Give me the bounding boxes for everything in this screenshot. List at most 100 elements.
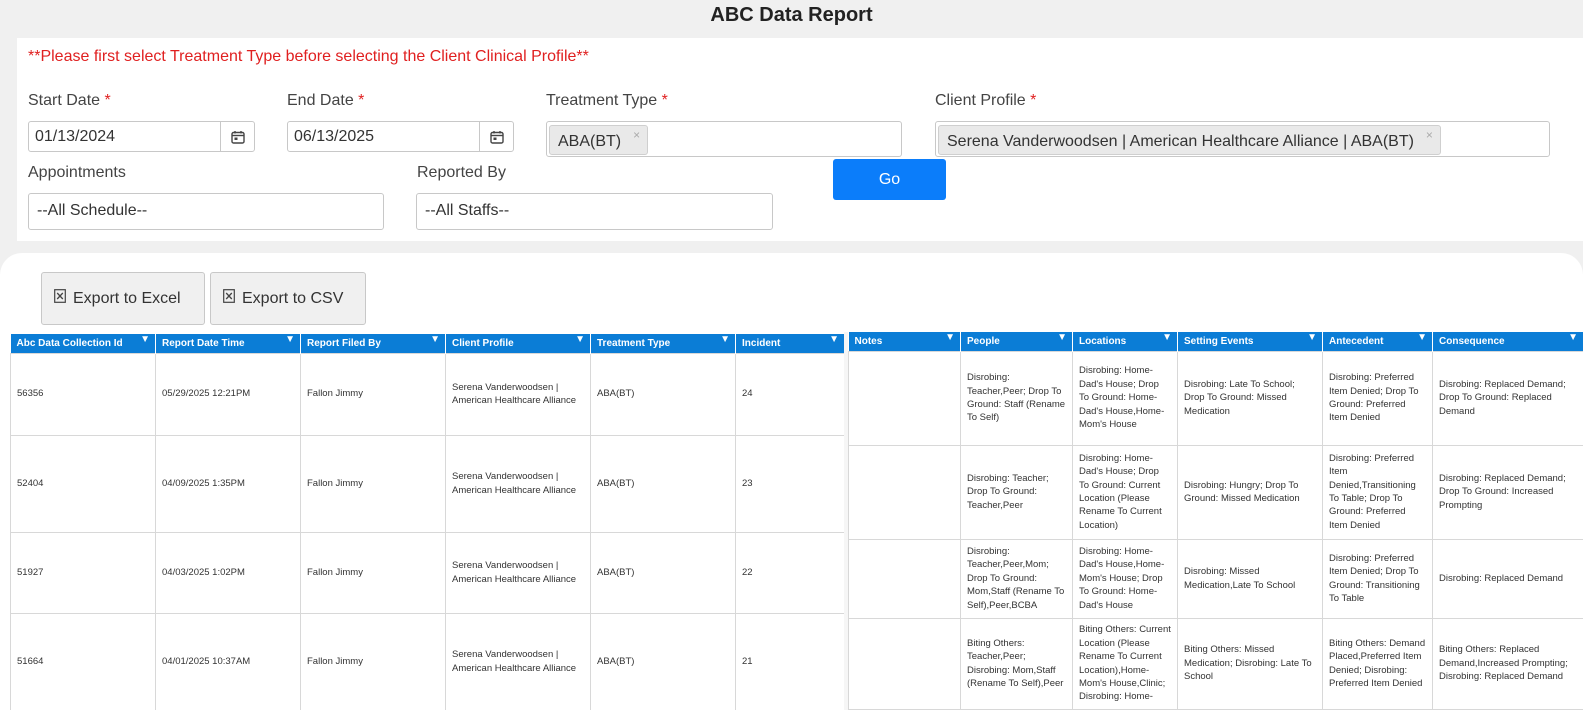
chip-remove-icon[interactable]: × xyxy=(1426,128,1433,142)
end-date-value[interactable]: 06/13/2025 xyxy=(288,122,479,151)
calendar-icon[interactable] xyxy=(220,122,254,151)
column-header-antecedent[interactable]: Antecedent ▼ xyxy=(1322,332,1433,351)
column-header-setting-events[interactable]: Setting Events ▼ xyxy=(1177,332,1323,351)
column-header-incident[interactable]: Incident ▼ xyxy=(735,334,845,353)
cell-date: 04/09/2025 1:35PM xyxy=(155,434,301,533)
filter-icon[interactable]: ▼ xyxy=(1417,332,1427,343)
cell-consequence: Disrobing: Replaced Demand; Drop To Grou… xyxy=(1432,444,1583,540)
cell-consequence: Disrobing: Replaced Demand xyxy=(1432,538,1583,619)
export-excel-button[interactable]: Export to Excel xyxy=(41,272,205,325)
cell-antecedent: Disrobing: Preferred Item Denied; Drop T… xyxy=(1322,538,1433,619)
filter-icon[interactable]: ▼ xyxy=(430,334,440,345)
treatment-type-label: Treatment Type * xyxy=(546,92,668,109)
cell-filed-by: Fallon Jimmy xyxy=(300,531,446,614)
cell-client: Serena Vanderwoodsen | American Healthca… xyxy=(445,531,591,614)
cell-people: Disrobing: Teacher,Peer,Mom; Drop To Gro… xyxy=(960,538,1073,619)
cell-treatment: ABA(BT) xyxy=(590,531,736,614)
export-csv-button[interactable]: Export to CSV xyxy=(210,272,366,325)
cell-setting: Disrobing: Missed Medication,Late To Sch… xyxy=(1177,538,1323,619)
column-header-notes[interactable]: Notes ▼ xyxy=(848,332,961,351)
cell-consequence: Disrobing: Replaced Demand; Drop To Grou… xyxy=(1432,350,1583,446)
calendar-icon[interactable] xyxy=(479,122,513,151)
cell-filed-by: Fallon Jimmy xyxy=(300,434,446,533)
appointments-select[interactable]: --All Schedule-- xyxy=(28,193,384,230)
cell-client: Serena Vanderwoodsen | American Healthca… xyxy=(445,612,591,710)
treatment-type-chip[interactable]: ABA(BT) × xyxy=(549,125,649,155)
required-marker: * xyxy=(358,92,365,109)
grid-panel: Export to Excel Export to CSV Abc Data C… xyxy=(0,253,1583,710)
abc-data-grid-right: Notes ▼ People ▼ Locations ▼ Setting Events ▼ An… xyxy=(848,332,1583,710)
cell-notes xyxy=(848,350,961,446)
cell-id: 51664 xyxy=(10,612,156,710)
table-row[interactable]: Disrobing: Teacher,Peer; Drop To Ground:… xyxy=(848,350,1583,446)
cell-filed-by: Fallon Jimmy xyxy=(300,352,446,436)
client-profile-select[interactable]: Serena Vanderwoodsen | American Healthca… xyxy=(935,121,1550,157)
reported-by-select[interactable]: --All Staffs-- xyxy=(416,193,773,230)
excel-file-icon xyxy=(54,289,66,308)
cell-treatment: ABA(BT) xyxy=(590,612,736,710)
cell-people: Biting Others: Teacher,Peer; Disrobing: … xyxy=(960,617,1073,710)
cell-notes xyxy=(848,617,961,710)
cell-date: 04/01/2025 10:37AM xyxy=(155,612,301,710)
cell-treatment: ABA(BT) xyxy=(590,434,736,533)
column-header-report-date-time[interactable]: Report Date Time ▼ xyxy=(155,334,301,353)
column-header-consequence[interactable]: Consequence ▼ xyxy=(1432,332,1583,351)
table-row[interactable]: Disrobing: Teacher,Peer,Mom; Drop To Gro… xyxy=(848,538,1583,619)
table-row[interactable]: 52404 04/09/2025 1:35PM Fallon Jimmy Serena… xyxy=(10,434,845,533)
chip-remove-icon[interactable]: × xyxy=(633,128,640,142)
table-row[interactable]: 51664 04/01/2025 10:37AM Fallon Jimmy Seren… xyxy=(10,612,845,710)
csv-file-icon xyxy=(223,289,235,308)
end-date-field[interactable]: 06/13/2025 xyxy=(287,121,514,152)
cell-antecedent: Disrobing: Preferred Item Denied,Transit… xyxy=(1322,444,1433,540)
required-marker: * xyxy=(104,92,111,109)
table-row[interactable]: 51927 04/03/2025 1:02PM Fallon Jimmy Serena… xyxy=(10,531,845,614)
cell-date: 05/29/2025 12:21PM xyxy=(155,352,301,436)
cell-consequence: Biting Others: Replaced Demand,Increased… xyxy=(1432,617,1583,710)
cell-incident: 22 xyxy=(735,531,845,614)
filter-icon[interactable]: ▼ xyxy=(829,334,839,345)
column-header-treatment-type[interactable]: Treatment Type ▼ xyxy=(590,334,736,353)
filter-icon[interactable]: ▼ xyxy=(1568,332,1578,343)
column-header-client-profile[interactable]: Client Profile ▼ xyxy=(445,334,591,353)
cell-locations: Disrobing: Home- Dad's House; Drop To Gr… xyxy=(1072,350,1178,446)
column-header-report-filed-by[interactable]: Report Filed By ▼ xyxy=(300,334,446,353)
cell-date: 04/03/2025 1:02PM xyxy=(155,531,301,614)
required-marker: * xyxy=(661,92,668,109)
filter-icon[interactable]: ▼ xyxy=(285,334,295,345)
start-date-value[interactable]: 01/13/2024 xyxy=(29,122,220,151)
column-header-people[interactable]: People ▼ xyxy=(960,332,1073,351)
column-header-abc-data-collection-id[interactable]: Abc Data Collection Id ▼ xyxy=(10,334,156,353)
cell-antecedent: Biting Others: Demand Placed,Preferred I… xyxy=(1322,617,1433,710)
page-title: ABC Data Report xyxy=(710,4,873,26)
cell-incident: 21 xyxy=(735,612,845,710)
cell-filed-by: Fallon Jimmy xyxy=(300,612,446,710)
table-row[interactable]: 56356 05/29/2025 12:21PM Fallon Jimmy Seren… xyxy=(10,352,845,436)
go-button[interactable]: Go xyxy=(833,159,946,200)
filter-icon[interactable]: ▼ xyxy=(575,334,585,345)
filter-panel: **Please first select Treatment Type bef… xyxy=(17,38,1583,241)
filter-icon[interactable]: ▼ xyxy=(720,334,730,345)
cell-notes xyxy=(848,538,961,619)
filter-icon[interactable]: ▼ xyxy=(1057,332,1067,343)
cell-people: Disrobing: Teacher; Drop To Ground: Teac… xyxy=(960,444,1073,540)
start-date-label: Start Date * xyxy=(28,92,111,109)
treatment-type-select[interactable]: ABA(BT) × xyxy=(546,121,902,157)
table-row[interactable]: Biting Others: Teacher,Peer; Disrobing: … xyxy=(848,617,1583,710)
cell-setting: Biting Others: Missed Medication; Disrob… xyxy=(1177,617,1323,710)
abc-data-grid-left: Abc Data Collection Id ▼ Report Date Time ▼… xyxy=(10,334,845,710)
appointments-label: Appointments xyxy=(28,164,126,181)
cell-locations: Biting Others: Current Location (Please … xyxy=(1072,617,1178,710)
filter-icon[interactable]: ▼ xyxy=(140,334,150,345)
table-row[interactable]: Disrobing: Teacher; Drop To Ground: Teac… xyxy=(848,444,1583,540)
client-profile-chip[interactable]: Serena Vanderwoodsen | American Healthca… xyxy=(938,125,1441,155)
cell-setting: Disrobing: Late To School; Drop To Groun… xyxy=(1177,350,1323,446)
cell-id: 51927 xyxy=(10,531,156,614)
column-header-locations[interactable]: Locations ▼ xyxy=(1072,332,1178,351)
filter-icon[interactable]: ▼ xyxy=(1162,332,1172,343)
end-date-label: End Date * xyxy=(287,92,365,109)
cell-id: 56356 xyxy=(10,352,156,436)
cell-client: Serena Vanderwoodsen | American Healthca… xyxy=(445,352,591,436)
start-date-field[interactable]: 01/13/2024 xyxy=(28,121,255,152)
filter-icon[interactable]: ▼ xyxy=(1307,332,1317,343)
filter-icon[interactable]: ▼ xyxy=(945,332,955,343)
